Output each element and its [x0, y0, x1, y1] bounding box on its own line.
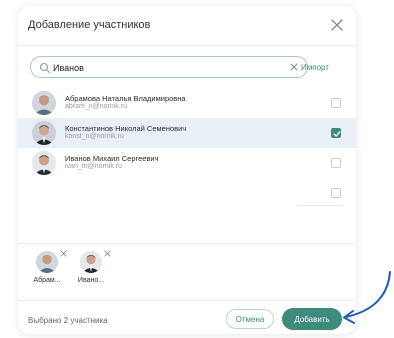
chip-label: Ивано...: [77, 277, 105, 284]
dialog-header: Добавление участников: [18, 6, 356, 46]
avatar-photo-icon: [32, 151, 56, 175]
chip-avatar: [80, 251, 102, 273]
cancel-button[interactable]: Отмена: [226, 309, 274, 329]
avatar-photo-icon: [36, 251, 58, 273]
selected-count: Выбрано 2 участника: [28, 316, 108, 325]
row-divider: [299, 205, 342, 206]
search-box: [30, 56, 308, 78]
search-input[interactable]: [53, 60, 273, 75]
user-row[interactable]: Иванов Михаил Сергеевич ivan_m@nornik.ru: [18, 148, 356, 178]
avatar-photo-icon: [32, 121, 56, 145]
empty-row-checkbox[interactable]: [331, 188, 341, 198]
user-email: abram_n@nornik.ru: [65, 103, 127, 110]
close-icon[interactable]: [330, 18, 344, 32]
divider: [18, 300, 356, 301]
avatar: [32, 91, 56, 115]
import-link[interactable]: Импорт: [301, 63, 329, 72]
check-icon: [333, 131, 341, 137]
remove-chip-icon[interactable]: [60, 250, 67, 257]
dialog-title: Добавление участников: [28, 19, 151, 31]
avatar: [32, 151, 56, 175]
avatar-photo-icon: [32, 91, 56, 115]
avatar: [32, 121, 56, 145]
annotation-arrow-icon: [343, 271, 391, 324]
chip-avatar: [36, 251, 58, 273]
user-checkbox[interactable]: [331, 158, 341, 168]
user-name: Абрамова Наталья Владимировна: [65, 94, 186, 103]
user-row[interactable]: Абрамова Наталья Владимировна abram_n@no…: [18, 88, 356, 118]
selected-chip: Абрам...: [28, 250, 67, 291]
add-button[interactable]: Добавить: [282, 308, 342, 330]
clear-search-icon[interactable]: [289, 62, 299, 72]
user-name: Константинов Николай Семенович: [65, 124, 187, 133]
user-email: konst_n@nornik.ru: [65, 133, 124, 140]
user-checkbox[interactable]: [331, 128, 341, 138]
user-email: ivan_m@nornik.ru: [65, 163, 122, 170]
chip-label: Абрам...: [33, 277, 61, 284]
divider: [18, 243, 356, 244]
search-icon: [39, 62, 51, 74]
user-checkbox[interactable]: [331, 98, 341, 108]
user-row[interactable]: Константинов Николай Семенович konst_n@n…: [18, 118, 356, 148]
user-list: Абрамова Наталья Владимировна abram_n@no…: [18, 88, 356, 208]
remove-chip-icon[interactable]: [104, 250, 111, 257]
user-name: Иванов Михаил Сергеевич: [65, 154, 159, 163]
add-participants-dialog: Добавление участников Импорт Абрам: [18, 6, 356, 334]
selected-chip: Ивано...: [72, 250, 111, 291]
avatar-photo-icon: [80, 251, 102, 273]
empty-row: [18, 178, 356, 208]
